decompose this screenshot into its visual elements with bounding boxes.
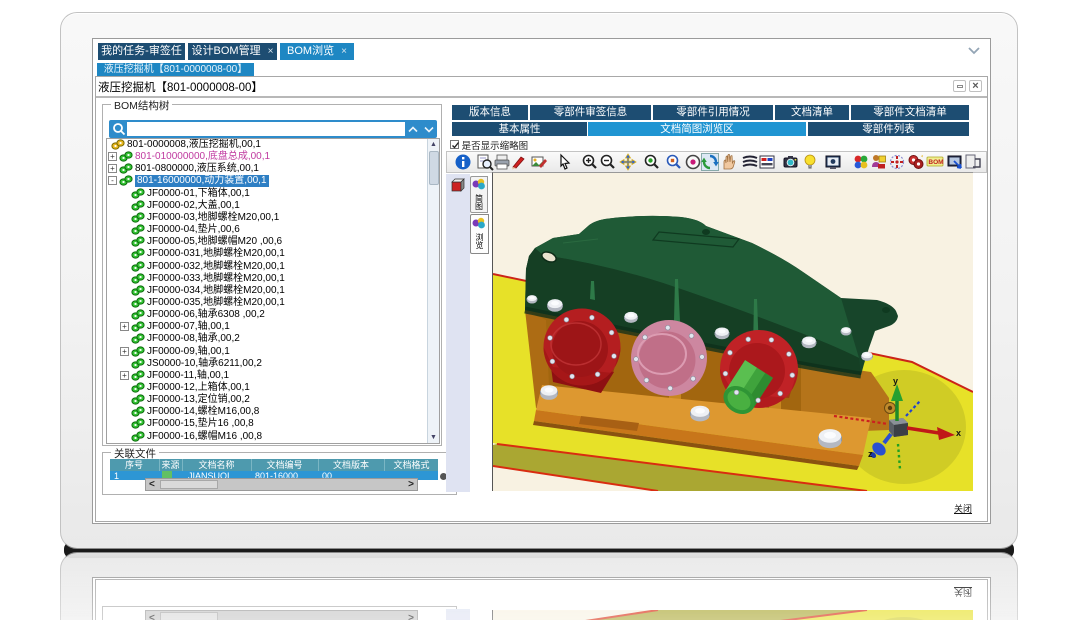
svg-text:x: x	[956, 428, 961, 438]
svg-text:z: z	[868, 449, 873, 459]
svg-text:y: y	[893, 376, 898, 386]
svg-text:BOM: BOM	[928, 159, 943, 166]
